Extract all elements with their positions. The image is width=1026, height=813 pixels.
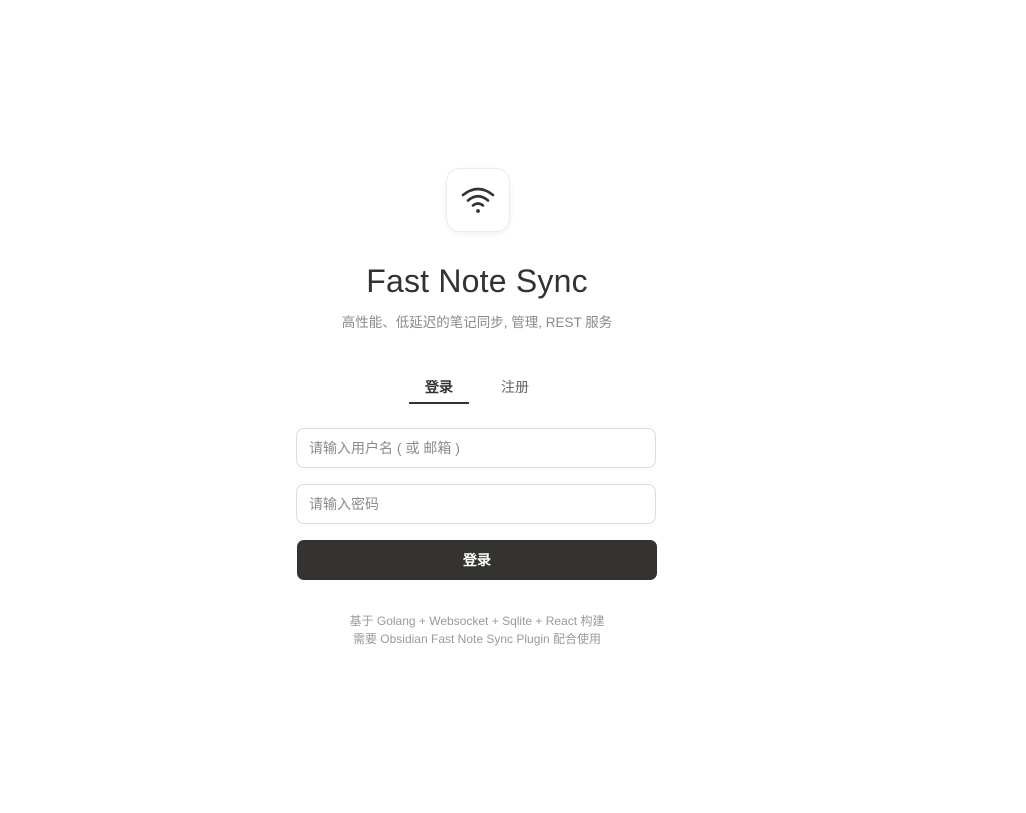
footer-plugin-note: 需要 Obsidian Fast Note Sync Plugin 配合使用 [352, 632, 602, 646]
footer-tech-stack: 基于 Golang + Websocket + Sqlite + React 构… [349, 614, 605, 628]
login-button[interactable]: 登录 [297, 540, 657, 580]
login-page: Fast Note Sync 高性能、低延迟的笔记同步, 管理, REST 服务… [0, 0, 1026, 813]
username-input[interactable] [296, 428, 656, 468]
app-subtitle: 高性能、低延迟的笔记同步, 管理, REST 服务 [341, 315, 613, 330]
app-logo [446, 168, 510, 232]
tab-login[interactable]: 登录 [409, 372, 469, 404]
footer: 基于 Golang + Websocket + Sqlite + React 构… [0, 612, 954, 648]
wifi-icon [460, 184, 496, 216]
app-title: Fast Note Sync [366, 263, 588, 299]
auth-tabs: 登录 注册 [409, 372, 545, 404]
password-input[interactable] [296, 484, 656, 524]
tab-register[interactable]: 注册 [485, 372, 545, 402]
